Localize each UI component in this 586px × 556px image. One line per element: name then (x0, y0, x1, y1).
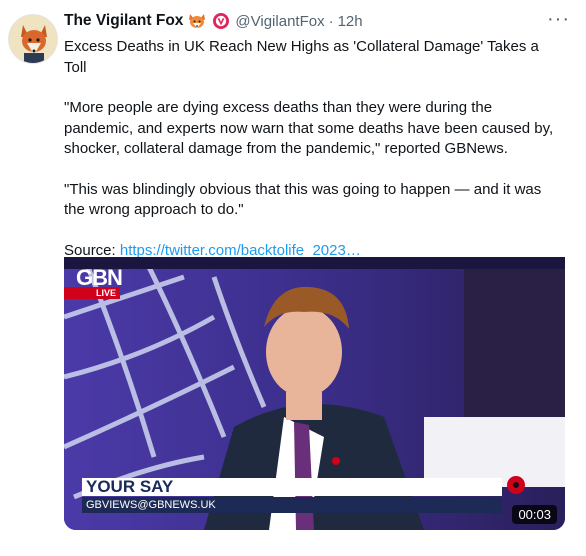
tweet-body: Excess Deaths in UK Reach New Highs as '… (64, 37, 564, 261)
lower-third: YOUR SAY GBVIEWS@GBNEWS.UK (82, 478, 502, 518)
source-link[interactable]: https://twitter.com/backtolife_2023… (120, 242, 361, 259)
author-handle[interactable]: @VigilantFox (235, 13, 324, 30)
fox-face-icon (189, 14, 206, 28)
author-name[interactable]: The Vigilant Fox (64, 12, 183, 30)
video-duration: 00:03 (512, 505, 557, 524)
tweet-header: The Vigilant Fox @VigilantFox · 12h (64, 10, 363, 32)
tweet-quote-2: "This was blindingly obvious that this w… (64, 180, 542, 219)
fox-avatar-icon (9, 15, 57, 63)
tweet-quote-1: "More people are dying excess deaths tha… (64, 99, 554, 157)
lower-third-title: YOUR SAY (82, 478, 502, 496)
avatar[interactable] (8, 14, 58, 64)
tweet-timestamp[interactable]: 12h (338, 13, 363, 30)
video-player[interactable]: GBN LIVE YOUR SAY GBVIEWS@GBNEWS.UK 00:0… (64, 257, 565, 530)
live-label: LIVE (96, 288, 117, 298)
verified-badge-icon[interactable] (212, 12, 230, 30)
more-options-button[interactable]: ··· (547, 8, 570, 31)
tweet-headline: Excess Deaths in UK Reach New Highs as '… (64, 38, 539, 76)
source-label: Source: (64, 241, 120, 259)
lower-third-subtitle: GBVIEWS@GBNEWS.UK (82, 497, 502, 513)
separator-dot: · (328, 12, 334, 30)
